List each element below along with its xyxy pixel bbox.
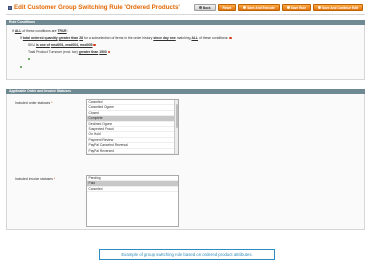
- condition-root: If ALL of these conditions are TRUE:: [12, 29, 68, 33]
- operator-select[interactable]: greater than: [59, 36, 79, 40]
- scrollbar-thumb[interactable]: [175, 104, 178, 128]
- value-input[interactable]: 1500: [99, 50, 107, 54]
- toolbar: Back Reset Save And Execute Save Rule Sa…: [193, 4, 363, 11]
- condition-turnover: Total Product Turnover (excl. tax) great…: [28, 50, 111, 54]
- operator-select[interactable]: greater than: [79, 50, 99, 54]
- remove-condition-icon[interactable]: [107, 50, 111, 54]
- add-nested-condition: [28, 57, 31, 61]
- aggregator-select[interactable]: ALL: [15, 29, 22, 33]
- save-icon: [317, 6, 321, 9]
- period-select[interactable]: since day one: [153, 36, 175, 40]
- value-input[interactable]: 28: [79, 36, 83, 40]
- save-icon: [286, 6, 290, 9]
- reset-button[interactable]: Reset: [217, 4, 237, 11]
- statuses-fieldset: Included order statuses * Canceled Cancel…: [6, 94, 365, 230]
- value-select[interactable]: TRUE: [57, 29, 66, 33]
- save-rule-button[interactable]: Save Rule: [281, 4, 311, 11]
- page-icon: [8, 6, 12, 10]
- order-status-option[interactable]: PayPal Reversed: [87, 149, 178, 154]
- condition-subselection: If total ordered quantity greater than 2…: [20, 36, 232, 40]
- value-input[interactable]: msd001, msd004, msd005: [51, 43, 93, 47]
- invoice-statuses-multiselect[interactable]: Pending Paid Canceled: [86, 175, 179, 227]
- operator-select[interactable]: is one of: [36, 43, 50, 47]
- order-statuses-multiselect[interactable]: Canceled Cancelled Ogone Closed Complete Dec…: [86, 99, 179, 155]
- condition-sku: SKU is one of msd001, msd004, msd005: [28, 43, 96, 47]
- aggregator-select[interactable]: ALL: [191, 36, 198, 40]
- scrollbar[interactable]: [174, 100, 178, 154]
- caption: Example of group switching rule based on…: [99, 249, 275, 260]
- back-arrow-icon: [198, 6, 202, 9]
- add-condition-icon[interactable]: [28, 57, 31, 61]
- save-and-execute-button[interactable]: Save And Execute: [238, 4, 280, 11]
- invoice-status-option[interactable]: Canceled: [87, 187, 178, 193]
- attribute-select[interactable]: total ordered quantity: [23, 36, 58, 40]
- page-title: Edit Customer Group Switching Rule 'Orde…: [14, 4, 180, 11]
- invoice-statuses-label: Included invoice statuses *: [15, 177, 56, 181]
- add-condition-icon[interactable]: [20, 65, 23, 69]
- save-icon: [243, 6, 247, 9]
- back-button[interactable]: Back: [193, 4, 216, 11]
- add-condition: [20, 65, 23, 69]
- save-and-continue-button[interactable]: Save And Continue Edit: [312, 4, 363, 11]
- conditions-fieldset: If ALL of these conditions are TRUE: If …: [6, 25, 365, 80]
- remove-condition-icon[interactable]: [229, 36, 232, 40]
- remove-condition-icon[interactable]: [93, 43, 96, 47]
- order-statuses-label: Included order statuses *: [15, 101, 53, 105]
- header-divider: [6, 14, 365, 15]
